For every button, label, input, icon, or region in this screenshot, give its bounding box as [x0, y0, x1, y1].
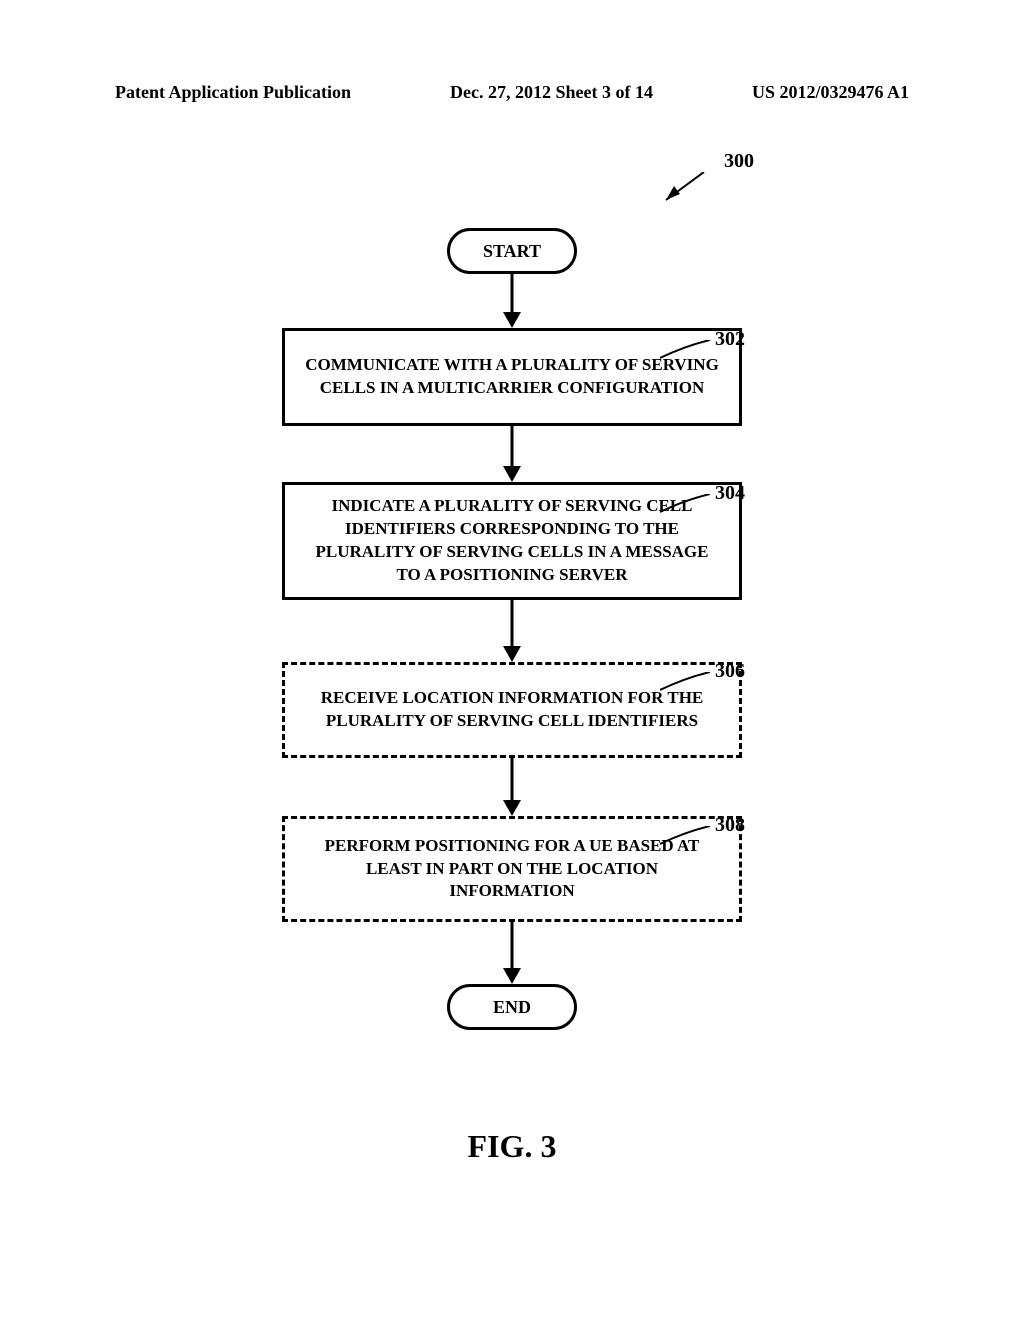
flowchart-end-terminator: END	[447, 984, 577, 1030]
reference-number-306: 306	[715, 660, 745, 683]
reference-number-302: 302	[715, 328, 745, 351]
header-pub-number: US 2012/0329476 A1	[752, 82, 909, 103]
step-306-text: RECEIVE LOCATION INFORMATION FOR THE PLU…	[303, 687, 721, 733]
flow-arrow	[511, 600, 514, 648]
flow-arrow	[511, 922, 514, 970]
ref-304-leader-icon	[660, 494, 710, 514]
arrow-down-icon	[503, 968, 521, 984]
end-label: END	[493, 995, 531, 1019]
flow-arrow	[511, 274, 514, 314]
ref-308-leader-icon	[660, 826, 710, 846]
arrow-down-icon	[503, 312, 521, 328]
flowchart-start-terminator: START	[447, 228, 577, 274]
page-header: Patent Application Publication Dec. 27, …	[0, 82, 1024, 103]
flowchart-diagram: 300 START COMMUNICATE WITH A PLURALITY O…	[0, 130, 1024, 1130]
reference-number-304: 304	[715, 482, 745, 505]
step-304-text: INDICATE A PLURALITY OF SERVING CELL IDE…	[303, 495, 721, 587]
header-sheet-info: Dec. 27, 2012 Sheet 3 of 14	[450, 82, 653, 103]
start-label: START	[483, 239, 541, 263]
reference-number-308: 308	[715, 814, 745, 837]
step-308-text: PERFORM POSITIONING FOR A UE BASED AT LE…	[303, 835, 721, 904]
arrow-down-icon	[503, 646, 521, 662]
reference-number-300: 300	[724, 150, 754, 173]
arrow-down-icon	[503, 800, 521, 816]
ref-302-leader-icon	[660, 340, 710, 360]
step-302-text: COMMUNICATE WITH A PLURALITY OF SERVING …	[303, 354, 721, 400]
ref-300-leader-arrow-icon	[654, 172, 714, 212]
arrow-down-icon	[503, 466, 521, 482]
header-publication: Patent Application Publication	[115, 82, 351, 103]
ref-306-leader-icon	[660, 672, 710, 692]
flow-arrow	[511, 758, 514, 802]
figure-caption: FIG. 3	[0, 1128, 1024, 1165]
flow-arrow	[511, 426, 514, 468]
